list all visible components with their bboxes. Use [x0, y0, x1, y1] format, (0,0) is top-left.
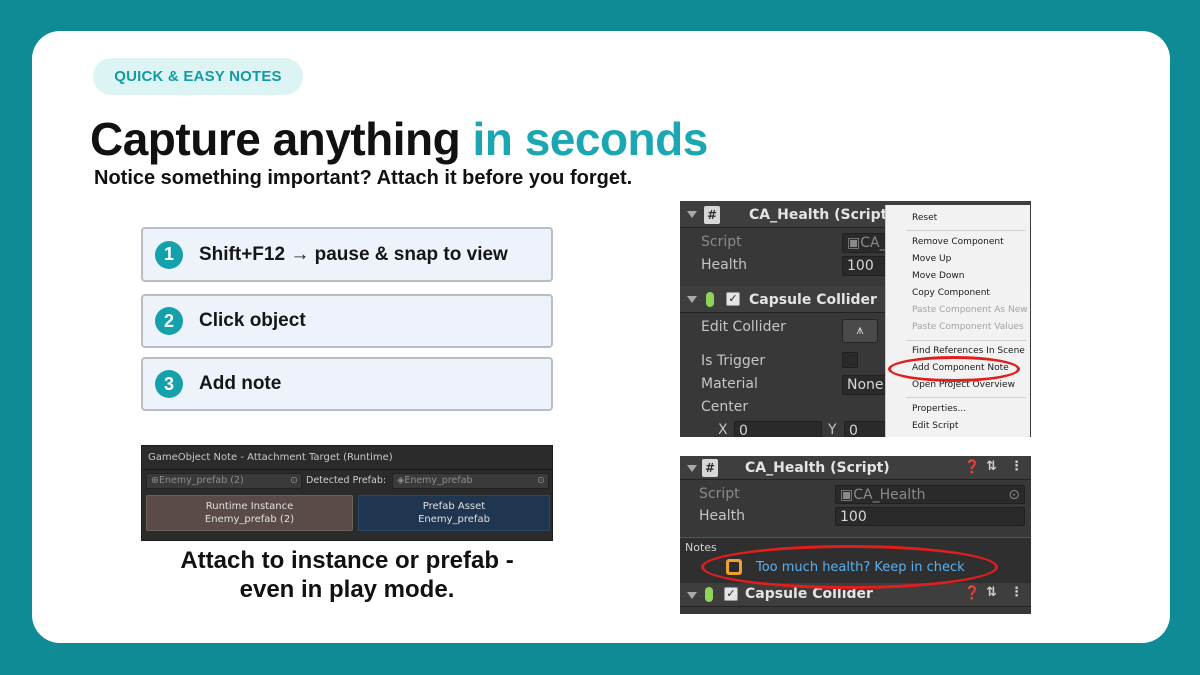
step-number-icon: 1: [155, 240, 183, 269]
button-label-1: Runtime Instance: [205, 501, 294, 512]
step-number-icon: 2: [155, 307, 183, 335]
title-main: Capture anything: [90, 113, 461, 165]
more-options-icon[interactable]: ⋮: [1010, 459, 1023, 474]
note-icon: [726, 559, 742, 575]
script-file-icon: ▣: [840, 487, 854, 503]
panel-title: GameObject Note - Attachment Target (Run…: [148, 452, 393, 463]
caption-line-1: Attach to instance or prefab -: [180, 547, 514, 574]
script-value: CA_Health: [853, 487, 926, 503]
menu-separator: [906, 340, 1026, 341]
prefab-asset-button[interactable]: Prefab Asset Enemy_prefab: [358, 495, 550, 531]
capsule-collider-icon: [706, 292, 714, 307]
edit-collider-label: Edit Collider: [701, 319, 786, 335]
foldout-icon[interactable]: [687, 465, 697, 472]
runtime-instance-button[interactable]: Runtime Instance Enemy_prefab (2): [146, 495, 353, 531]
collider-header[interactable]: ✓ Capsule Collider ❓ ⇅ ⋮: [680, 583, 1031, 607]
script-label: Script: [701, 234, 742, 250]
menu-item-paste-as-new: Paste Component As New: [912, 305, 1028, 315]
enabled-checkbox[interactable]: ✓: [724, 587, 738, 601]
step-text: Shift+F12 → pause & snap to view: [199, 243, 508, 265]
attachment-target-panel: GameObject Note - Attachment Target (Run…: [141, 445, 553, 541]
button-label-2: Enemy_prefab (2): [204, 514, 295, 525]
menu-item-open-project-overview[interactable]: Open Project Overview: [912, 380, 1015, 390]
subtitle: Notice something important? Attach it be…: [94, 167, 633, 189]
script-file-icon: ▣: [847, 235, 861, 251]
capsule-collider-icon: [705, 587, 713, 602]
center-x-label: X: [718, 422, 728, 437]
edit-collider-icon[interactable]: ⩚: [842, 319, 878, 343]
health-field[interactable]: 100: [835, 507, 1025, 526]
help-icon[interactable]: ❓: [964, 460, 980, 475]
is-trigger-label: Is Trigger: [701, 353, 766, 369]
menu-item-move-up[interactable]: Move Up: [912, 254, 951, 264]
presets-icon[interactable]: ⇅: [986, 585, 997, 600]
notes-label: Notes: [685, 541, 717, 554]
menu-item-remove-component[interactable]: Remove Component: [912, 237, 1004, 247]
component-title: Capsule Collider: [745, 586, 873, 602]
step-text: Add note: [199, 373, 282, 394]
is-trigger-checkbox[interactable]: [842, 352, 858, 368]
menu-item-move-down[interactable]: Move Down: [912, 271, 965, 281]
script-icon: #: [704, 206, 720, 224]
health-label: Health: [701, 257, 747, 273]
button-label-2: Enemy_prefab: [418, 514, 490, 525]
enabled-checkbox[interactable]: ✓: [726, 292, 740, 306]
detected-prefab-value: Enemy_prefab: [404, 475, 473, 486]
object-field-icon: ⊛: [151, 475, 159, 486]
step-number-icon: 3: [155, 370, 183, 398]
menu-item-edit-script[interactable]: Edit Script: [912, 421, 958, 431]
prefab-picker-icon[interactable]: ⊙: [537, 474, 545, 488]
attach-caption: Attach to instance or prefab - even in p…: [141, 546, 553, 604]
detected-prefab-field[interactable]: ◈Enemy_prefab ⊙: [392, 473, 549, 489]
object-picker-icon[interactable]: ⊙: [1008, 486, 1020, 503]
step-2: 2 Click object: [141, 294, 553, 348]
help-icon[interactable]: ❓: [964, 586, 980, 601]
component-title: Capsule Collider: [749, 292, 877, 308]
health-label: Health: [699, 508, 745, 524]
script-value: CA_: [860, 235, 887, 251]
menu-item-properties[interactable]: Properties...: [912, 404, 966, 414]
step-3: 3 Add note: [141, 357, 553, 411]
step-1: 1 Shift+F12 → pause & snap to view: [141, 227, 553, 282]
center-y-label: Y: [828, 422, 837, 437]
component-title: CA_Health (Script): [749, 207, 894, 223]
presets-icon[interactable]: ⇅: [986, 459, 997, 474]
menu-separator: [906, 230, 1026, 231]
menu-item-copy-component[interactable]: Copy Component: [912, 288, 990, 298]
caption-line-2: even in play mode.: [239, 576, 455, 603]
script-label: Script: [699, 486, 740, 502]
inspector-notes-screenshot: # CA_Health (Script) ❓ ⇅ ⋮ Script ▣CA_He…: [680, 456, 1031, 614]
foldout-icon[interactable]: [687, 592, 697, 599]
detected-prefab-label: Detected Prefab:: [306, 475, 387, 486]
menu-item-reset[interactable]: Reset: [912, 213, 937, 223]
section-badge: QUICK & EASY NOTES: [93, 58, 303, 95]
material-label: Material: [701, 376, 758, 392]
object-picker-icon[interactable]: ⊙: [290, 474, 298, 488]
title-accent: in seconds: [472, 113, 709, 165]
step-text: Click object: [199, 310, 306, 331]
divider: [142, 469, 552, 470]
script-field[interactable]: ▣CA_Health ⊙: [835, 485, 1025, 504]
button-label-1: Prefab Asset: [422, 501, 486, 512]
component-context-menu: Reset Remove Component Move Up Move Down…: [885, 205, 1030, 437]
component-header[interactable]: # CA_Health (Script) ❓ ⇅ ⋮: [680, 456, 1031, 480]
center-label: Center: [701, 399, 749, 415]
foldout-icon[interactable]: [687, 296, 697, 303]
menu-separator: [906, 397, 1026, 398]
menu-item-paste-values: Paste Component Values: [912, 322, 1024, 332]
note-link[interactable]: Too much health? Keep in check: [756, 560, 965, 575]
center-x-field[interactable]: 0: [734, 421, 822, 437]
more-options-icon[interactable]: ⋮: [1010, 585, 1023, 600]
page-title: Capture anything in seconds: [90, 112, 708, 166]
foldout-icon[interactable]: [687, 211, 697, 218]
script-icon: #: [702, 459, 718, 477]
component-title: CA_Health (Script): [745, 460, 890, 476]
menu-item-find-references[interactable]: Find References In Scene: [912, 346, 1025, 356]
menu-item-add-component-note[interactable]: Add Component Note: [912, 363, 1009, 373]
object-field-value: Enemy_prefab (2): [158, 475, 244, 486]
object-field[interactable]: ⊛Enemy_prefab (2) ⊙: [146, 473, 302, 489]
